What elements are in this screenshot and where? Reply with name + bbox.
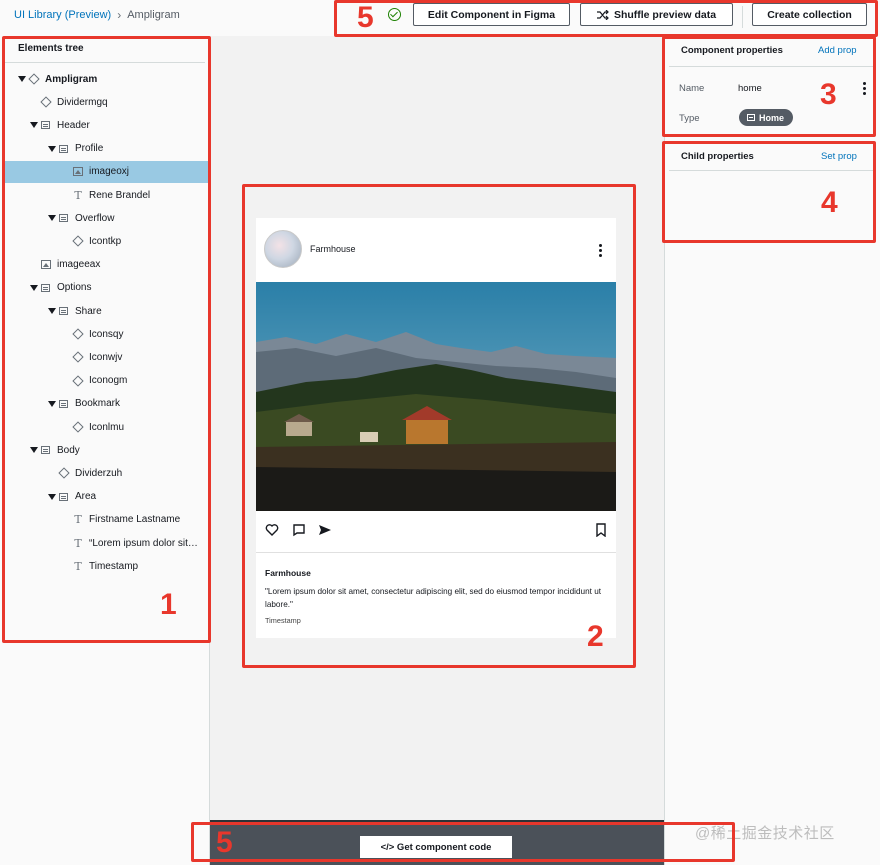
- breadcrumb-root-link[interactable]: UI Library (Preview): [14, 9, 111, 21]
- annotation-number-4: 4: [821, 186, 838, 219]
- annotation-box-1: [2, 36, 211, 643]
- annotation-number-3: 3: [820, 78, 837, 111]
- annotation-box-3: [662, 36, 876, 137]
- annotation-box-4: [662, 141, 876, 243]
- annotation-number-5-top: 5: [357, 1, 374, 34]
- annotation-box-5-top: [334, 0, 878, 37]
- annotation-number-1: 1: [160, 588, 177, 621]
- annotation-number-5-bottom: 5: [216, 826, 233, 859]
- annotation-box-5-bottom: [191, 822, 735, 862]
- breadcrumb-current: Ampligram: [127, 9, 180, 21]
- annotation-box-2: [242, 184, 636, 668]
- breadcrumb: UI Library (Preview) › Ampligram: [14, 8, 180, 22]
- annotation-number-2: 2: [587, 620, 604, 653]
- app-root: UI Library (Preview) › Ampligram Edit Co…: [0, 0, 880, 865]
- breadcrumb-separator: ›: [117, 8, 122, 22]
